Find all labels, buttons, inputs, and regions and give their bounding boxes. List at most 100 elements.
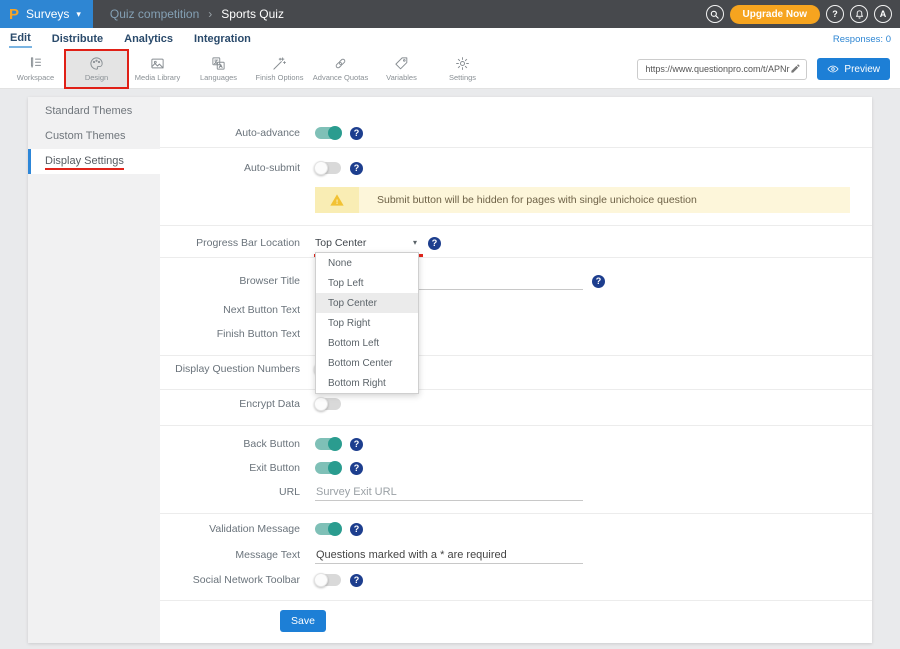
search-icon[interactable] <box>706 5 724 23</box>
tool-label: Advance Quotas <box>313 73 368 82</box>
setting-label: Social Network Toolbar <box>160 574 300 586</box>
encrypt-data-toggle[interactable] <box>315 398 341 410</box>
setting-row-finish-button-text: Finish Button Text <box>160 322 872 346</box>
tool-label: Design <box>85 73 108 82</box>
help-icon[interactable]: ? <box>350 162 363 175</box>
setting-label: Next Button Text <box>160 304 300 316</box>
eye-icon <box>827 63 839 75</box>
warning-triangle-icon: ! <box>315 187 359 213</box>
dropdown-option-bottom-left[interactable]: Bottom Left <box>316 333 418 353</box>
tool-settings[interactable]: Settings <box>432 51 493 87</box>
tool-workspace[interactable]: Workspace <box>5 51 66 87</box>
sidebar-item-display-settings[interactable]: Display Settings <box>28 149 160 174</box>
progress-bar-select[interactable]: Top Center ▾ <box>315 234 419 253</box>
divider <box>160 225 872 226</box>
tool-label: Variables <box>386 73 417 82</box>
dropdown-option-top-center[interactable]: Top Center <box>316 293 418 313</box>
social-network-toolbar-toggle[interactable] <box>315 574 341 586</box>
setting-label: Exit Button <box>160 462 300 474</box>
chevron-down-icon: ▾ <box>76 9 81 20</box>
preview-label: Preview <box>844 64 880 75</box>
dropdown-option-bottom-center[interactable]: Bottom Center <box>316 353 418 373</box>
toolbar-right: https://www.questionpro.com/t/APNrFZ Pre… <box>637 58 895 80</box>
help-icon[interactable]: ? <box>350 574 363 587</box>
toggle-knob <box>314 573 328 587</box>
menubar: Edit Distribute Analytics Integration Re… <box>0 28 900 50</box>
avatar[interactable]: A <box>874 5 892 23</box>
design-card: Standard Themes Custom Themes Display Se… <box>28 97 872 643</box>
select-value: Top Center <box>315 237 366 249</box>
setting-label: Auto-submit <box>160 162 300 174</box>
chevron-down-icon: ▾ <box>413 238 417 247</box>
message-text-input[interactable] <box>315 547 583 564</box>
tool-advance-quotas[interactable]: Advance Quotas <box>310 51 371 87</box>
back-button-toggle[interactable] <box>315 438 341 450</box>
breadcrumb-parent[interactable]: Quiz competition <box>110 7 199 21</box>
tool-design[interactable]: Design <box>66 51 127 87</box>
setting-label: Browser Title <box>160 275 300 287</box>
dropdown-option-top-left[interactable]: Top Left <box>316 273 418 293</box>
divider <box>160 425 872 426</box>
edit-pencil-icon[interactable] <box>790 63 801 76</box>
tool-label: Languages <box>200 73 237 82</box>
sidebar-item-standard-themes[interactable]: Standard Themes <box>28 99 160 124</box>
finish-options-icon <box>272 56 287 71</box>
help-icon[interactable]: ? <box>428 237 441 250</box>
display-settings-panel: Auto-advance ? Auto-submit ? ! Submit bu… <box>160 97 872 643</box>
setting-label: Auto-advance <box>160 127 300 139</box>
upgrade-now-button[interactable]: Upgrade Now <box>730 5 820 24</box>
progress-bar-dropdown: None Top Left Top Center Top Right Botto… <box>315 252 419 394</box>
tool-finish-options[interactable]: Finish Options <box>249 51 310 87</box>
setting-label: Finish Button Text <box>160 328 300 340</box>
notifications-bell-icon[interactable] <box>850 5 868 23</box>
surveys-menu[interactable]: P Surveys ▾ <box>0 0 93 28</box>
setting-label: Encrypt Data <box>160 398 300 410</box>
tool-label: Settings <box>449 73 476 82</box>
setting-row-exit-url: URL <box>160 480 872 504</box>
exit-url-input[interactable] <box>315 484 583 501</box>
preview-button[interactable]: Preview <box>817 58 890 80</box>
tab-analytics[interactable]: Analytics <box>123 31 174 47</box>
topbar-actions: Upgrade Now ? A <box>706 5 900 24</box>
variables-icon <box>394 56 409 71</box>
toggle-knob <box>328 461 342 475</box>
setting-row-validation-message: Validation Message ? <box>160 517 872 541</box>
tool-label: Workspace <box>17 73 54 82</box>
help-icon[interactable]: ? <box>350 523 363 536</box>
setting-label: Validation Message <box>160 523 300 535</box>
warning-text: Submit button will be hidden for pages w… <box>359 187 697 213</box>
dropdown-option-bottom-right[interactable]: Bottom Right <box>316 373 418 393</box>
dropdown-option-none[interactable]: None <box>316 253 418 273</box>
tab-edit[interactable]: Edit <box>9 30 32 48</box>
design-sidebar: Standard Themes Custom Themes Display Se… <box>28 97 160 643</box>
topbar: P Surveys ▾ Quiz competition › Sports Qu… <box>0 0 900 28</box>
annotation-underline: Display Settings <box>45 155 124 170</box>
help-circle-icon[interactable]: ? <box>826 5 844 23</box>
save-button[interactable]: Save <box>280 610 326 632</box>
help-icon[interactable]: ? <box>592 275 605 288</box>
tool-variables[interactable]: Variables <box>371 51 432 87</box>
tool-label: Finish Options <box>256 73 304 82</box>
tab-integration[interactable]: Integration <box>193 31 252 47</box>
help-icon[interactable]: ? <box>350 127 363 140</box>
help-icon[interactable]: ? <box>350 438 363 451</box>
help-icon[interactable]: ? <box>350 462 363 475</box>
divider <box>160 147 872 148</box>
divider <box>160 600 872 601</box>
auto-submit-toggle[interactable] <box>315 162 341 174</box>
auto-advance-toggle[interactable] <box>315 127 341 139</box>
responses-count[interactable]: Responses: 0 <box>833 34 891 45</box>
tool-languages[interactable]: Languages <box>188 51 249 87</box>
toggle-knob <box>328 522 342 536</box>
divider <box>160 389 872 390</box>
toggle-knob <box>328 126 342 140</box>
design-icon <box>89 56 104 71</box>
survey-url-field[interactable]: https://www.questionpro.com/t/APNrFZ <box>637 59 807 80</box>
breadcrumb-current: Sports Quiz <box>221 7 284 21</box>
tab-distribute[interactable]: Distribute <box>51 31 104 47</box>
validation-message-toggle[interactable] <box>315 523 341 535</box>
tool-media-library[interactable]: Media Library <box>127 51 188 87</box>
dropdown-option-top-right[interactable]: Top Right <box>316 313 418 333</box>
sidebar-item-custom-themes[interactable]: Custom Themes <box>28 124 160 149</box>
exit-button-toggle[interactable] <box>315 462 341 474</box>
